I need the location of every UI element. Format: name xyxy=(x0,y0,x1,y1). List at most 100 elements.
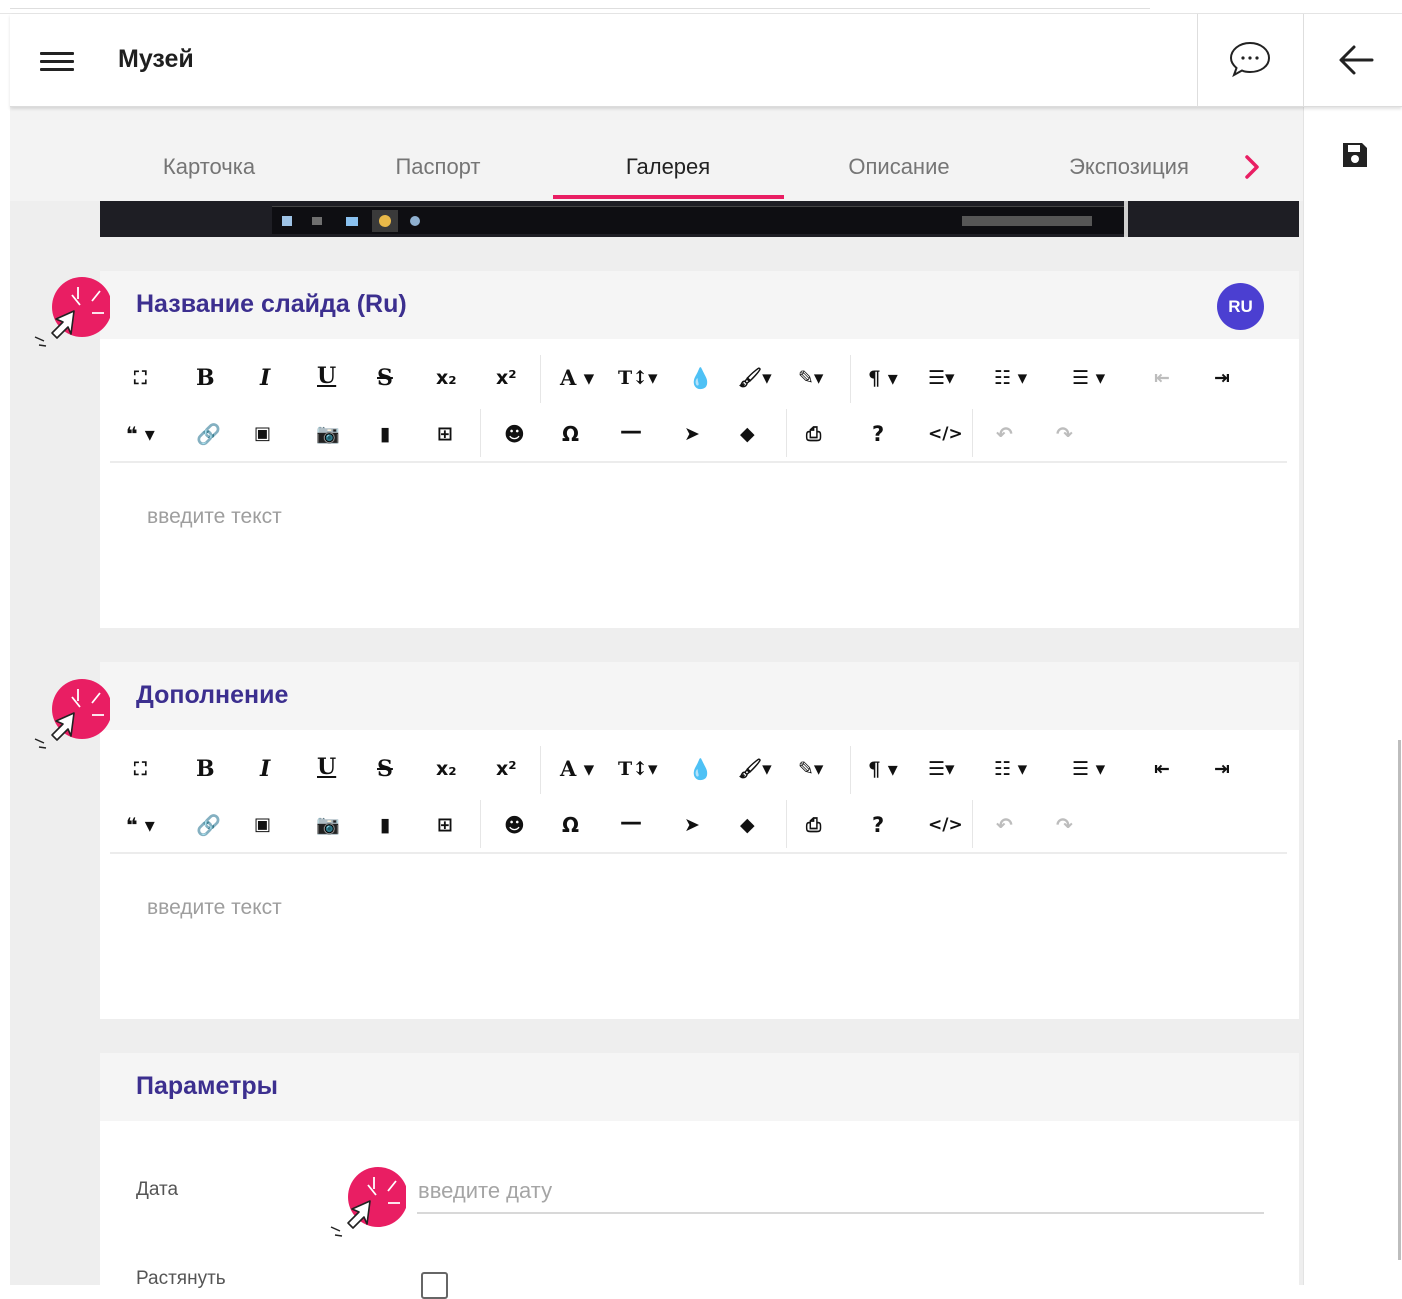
save-icon[interactable] xyxy=(1339,139,1371,171)
emoji-icon[interactable]: ☻ xyxy=(504,812,525,838)
table-icon[interactable]: ⊞ xyxy=(437,812,453,838)
fullscreen-icon[interactable]: ⛶ xyxy=(134,757,147,783)
superscript-button[interactable]: x² xyxy=(496,756,517,782)
bold-button[interactable]: B xyxy=(196,365,215,391)
underline-button[interactable]: U xyxy=(317,754,336,780)
unordered-list-icon[interactable]: ☰ ▾ xyxy=(1072,365,1105,391)
paragraph-button[interactable]: ¶ ▾ xyxy=(868,756,898,782)
file-icon[interactable]: ▮ xyxy=(380,812,390,838)
font-size-button[interactable]: T↕▾ xyxy=(618,756,658,782)
date-label: Дата xyxy=(136,1179,179,1200)
image-icon[interactable]: ▣ xyxy=(254,812,271,838)
toolbar-separator xyxy=(850,355,851,403)
chat-icon[interactable] xyxy=(1228,40,1272,80)
fullscreen-icon[interactable]: ⛶ xyxy=(134,366,147,392)
select-pointer-icon[interactable]: ➤ xyxy=(684,812,700,838)
chevron-right-icon[interactable] xyxy=(1240,152,1264,182)
emoji-icon[interactable]: ☻ xyxy=(504,421,525,447)
click-pointer-icon xyxy=(34,277,110,347)
tab-gallery[interactable]: Галерея xyxy=(553,154,783,180)
brush-icon[interactable]: 🖌▾ xyxy=(738,756,772,782)
stretch-checkbox[interactable] xyxy=(421,1272,448,1299)
toolbar-separator xyxy=(480,409,481,457)
strikethrough-button[interactable]: S xyxy=(377,365,393,391)
click-pointer-icon xyxy=(34,679,110,749)
outdent-icon[interactable]: ⇤ xyxy=(1154,756,1170,782)
redo-icon[interactable]: ↷ xyxy=(1056,812,1073,838)
ordered-list-icon[interactable]: ☷ ▾ xyxy=(994,365,1027,391)
scrollbar[interactable] xyxy=(1398,740,1401,1260)
font-family-button[interactable]: A ▾ xyxy=(560,365,594,391)
horizontal-rule-icon[interactable]: — xyxy=(620,419,642,445)
font-size-button[interactable]: T↕▾ xyxy=(618,365,658,391)
camera-icon[interactable]: 📷 xyxy=(316,421,340,447)
side-actions-panel xyxy=(1303,107,1402,1285)
slide-title-editor[interactable]: введите текст xyxy=(147,505,282,529)
link-icon[interactable]: 🔗 xyxy=(196,812,221,838)
tab-card[interactable]: Карточка xyxy=(94,154,324,180)
toolbar-separator xyxy=(972,409,973,457)
magic-icon[interactable]: ✎▾ xyxy=(798,365,823,391)
align-icon[interactable]: ☰▾ xyxy=(928,756,955,782)
menu-icon[interactable] xyxy=(40,52,74,72)
outdent-icon[interactable]: ⇤ xyxy=(1154,365,1170,391)
redo-icon[interactable]: ↷ xyxy=(1056,421,1073,447)
indent-icon[interactable]: ⇥ xyxy=(1214,365,1230,391)
undo-icon[interactable]: ↶ xyxy=(996,812,1013,838)
quote-button[interactable]: ❝ ▾ xyxy=(126,812,155,838)
strikethrough-button[interactable]: S xyxy=(377,756,393,782)
italic-button[interactable]: I xyxy=(260,365,270,391)
horizontal-rule-icon[interactable]: — xyxy=(620,810,642,836)
code-view-button[interactable]: </> xyxy=(928,421,963,447)
eraser-icon[interactable]: ◆ xyxy=(740,812,755,838)
special-char-button[interactable]: Ω xyxy=(562,421,579,447)
underline-button[interactable]: U xyxy=(317,363,336,389)
tab-passport[interactable]: Паспорт xyxy=(323,154,553,180)
align-icon[interactable]: ☰▾ xyxy=(928,365,955,391)
magic-icon[interactable]: ✎▾ xyxy=(798,756,823,782)
camera-icon[interactable]: 📷 xyxy=(316,812,340,838)
special-char-button[interactable]: Ω xyxy=(562,812,579,838)
eraser-icon[interactable]: ◆ xyxy=(740,421,755,447)
color-drop-icon[interactable]: 💧 xyxy=(688,756,713,782)
code-view-button[interactable]: </> xyxy=(928,812,963,838)
click-pointer-icon xyxy=(330,1167,406,1237)
table-icon[interactable]: ⊞ xyxy=(437,421,453,447)
subscript-button[interactable]: x₂ xyxy=(436,756,457,782)
header-divider xyxy=(1197,14,1198,107)
addition-editor[interactable]: введите текст xyxy=(147,896,282,920)
tab-description[interactable]: Описание xyxy=(784,154,1014,180)
ordered-list-icon[interactable]: ☷ ▾ xyxy=(994,756,1027,782)
bold-button[interactable]: B xyxy=(196,756,215,782)
paragraph-button[interactable]: ¶ ▾ xyxy=(868,365,898,391)
header-divider xyxy=(1303,14,1304,107)
image-icon[interactable]: ▣ xyxy=(254,421,271,447)
toolbar-separator xyxy=(972,800,973,848)
brush-icon[interactable]: 🖌▾ xyxy=(738,365,772,391)
italic-button[interactable]: I xyxy=(260,756,270,782)
date-input[interactable]: введите дату xyxy=(418,1178,552,1204)
unordered-list-icon[interactable]: ☰ ▾ xyxy=(1072,756,1105,782)
taskbar-icons xyxy=(282,210,1092,232)
page-title: Музей xyxy=(118,45,194,73)
font-family-button[interactable]: A ▾ xyxy=(560,756,594,782)
help-button[interactable]: ? xyxy=(872,812,884,838)
file-icon[interactable]: ▮ xyxy=(380,421,390,447)
preview-taskbar xyxy=(272,206,1124,234)
print-icon[interactable]: ⎙ xyxy=(806,421,821,447)
language-badge[interactable]: RU xyxy=(1217,283,1264,330)
print-icon[interactable]: ⎙ xyxy=(806,812,821,838)
help-button[interactable]: ? xyxy=(872,421,884,447)
superscript-button[interactable]: x² xyxy=(496,365,517,391)
tab-exposition[interactable]: Экспозиция xyxy=(1014,154,1244,180)
undo-icon[interactable]: ↶ xyxy=(996,421,1013,447)
back-arrow-icon[interactable] xyxy=(1336,42,1376,78)
subscript-button[interactable]: x₂ xyxy=(436,365,457,391)
section-title: Параметры xyxy=(136,1072,278,1100)
tab-bar: Карточка Паспорт Галерея Описание Экспоз… xyxy=(10,107,1303,201)
color-drop-icon[interactable]: 💧 xyxy=(688,365,713,391)
indent-icon[interactable]: ⇥ xyxy=(1214,756,1230,782)
quote-button[interactable]: ❝ ▾ xyxy=(126,421,155,447)
select-pointer-icon[interactable]: ➤ xyxy=(684,421,700,447)
link-icon[interactable]: 🔗 xyxy=(196,421,221,447)
